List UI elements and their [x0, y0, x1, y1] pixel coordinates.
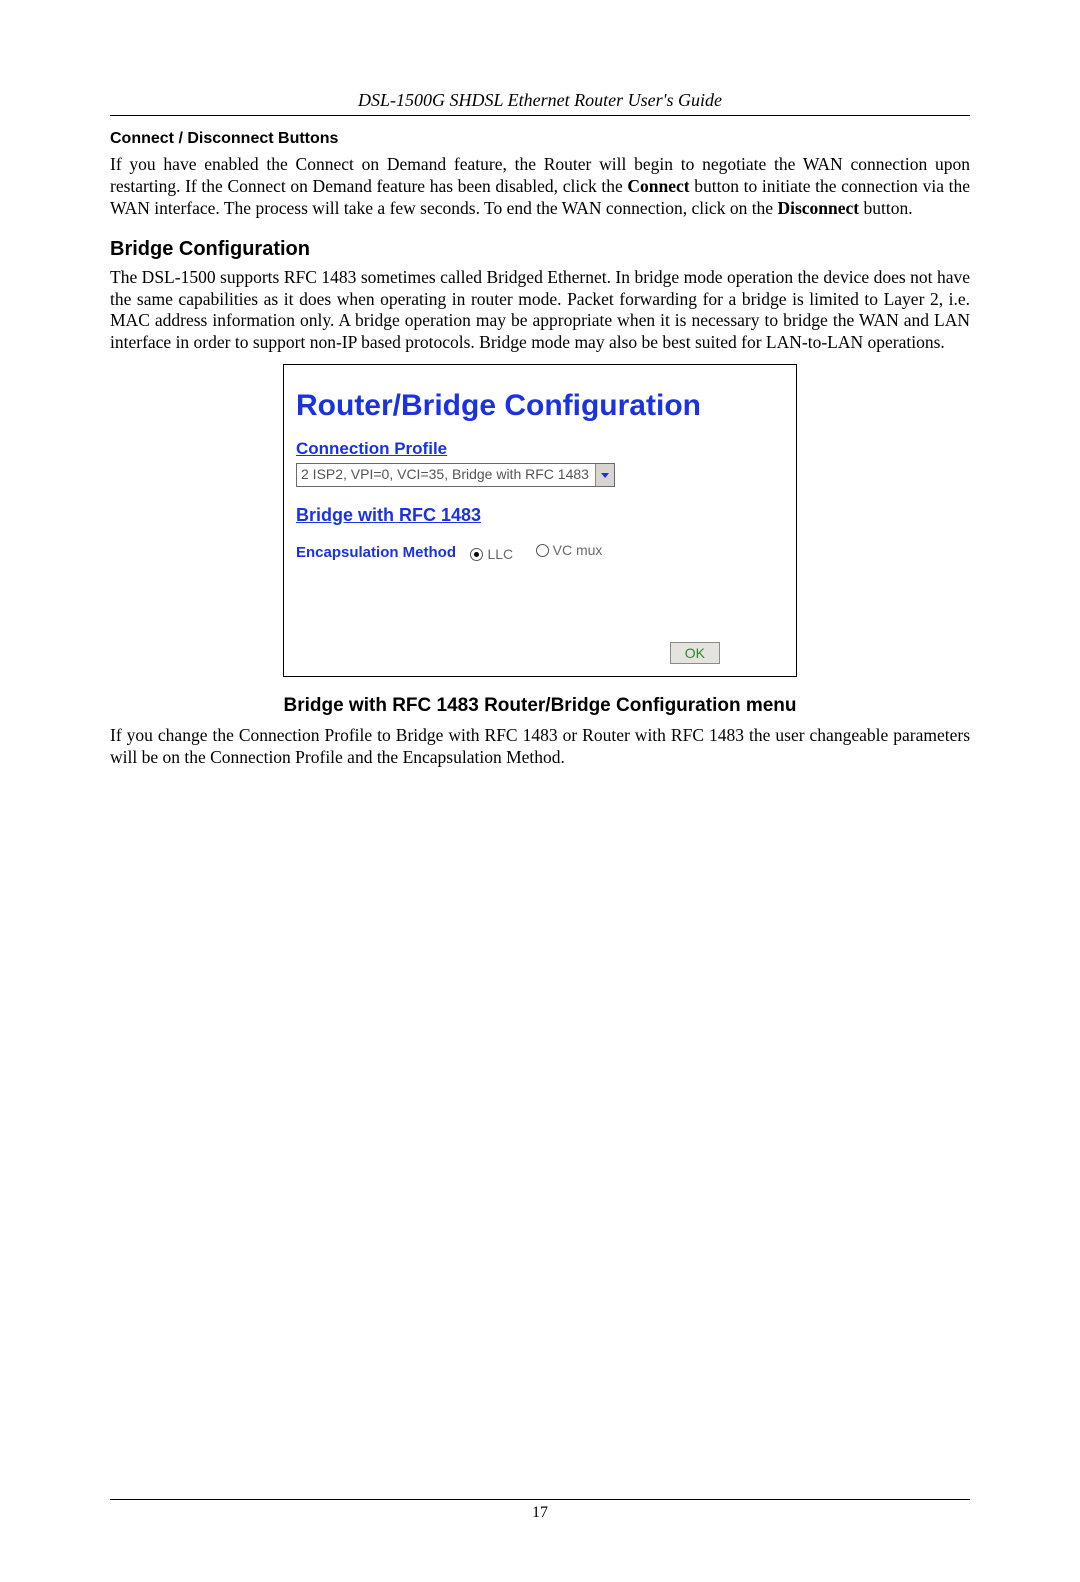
screenshot-title: Router/Bridge Configuration	[296, 389, 790, 423]
heading-connect-disconnect: Connect / Disconnect Buttons	[110, 130, 970, 148]
radio-label: LLC	[487, 546, 513, 562]
disconnect-bold: Disconnect	[777, 198, 859, 218]
connection-profile-dropdown[interactable]: 2 ISP2, VPI=0, VCI=35, Bridge with RFC 1…	[296, 463, 615, 487]
radio-llc[interactable]: LLC	[470, 546, 513, 562]
dropdown-selected-value: 2 ISP2, VPI=0, VCI=35, Bridge with RFC 1…	[297, 464, 595, 486]
chevron-down-icon[interactable]	[595, 464, 614, 486]
encapsulation-method-label: Encapsulation Method	[296, 544, 456, 561]
footer-rule	[110, 1499, 970, 1500]
text-fragment: button.	[859, 198, 912, 218]
page-number: 17	[110, 1504, 970, 1522]
connect-bold: Connect	[627, 176, 689, 196]
para-connect-disconnect: If you have enabled the Connect on Deman…	[110, 154, 970, 220]
radio-icon	[536, 544, 549, 557]
radio-icon	[470, 548, 483, 561]
encapsulation-row: Encapsulation Method LLC VC mux	[296, 542, 790, 562]
para-bridge-config: The DSL-1500 supports RFC 1483 sometimes…	[110, 267, 970, 355]
ok-button[interactable]: OK	[670, 642, 720, 664]
bridge-rfc-1483-label: Bridge with RFC 1483	[296, 505, 790, 526]
radio-label: VC mux	[553, 542, 603, 558]
connection-profile-label: Connection Profile	[296, 439, 790, 459]
para-after-figure: If you change the Connection Profile to …	[110, 725, 970, 769]
figure-caption: Bridge with RFC 1483 Router/Bridge Confi…	[110, 695, 970, 717]
router-bridge-config-screenshot: Router/Bridge Configuration Connection P…	[283, 364, 797, 677]
running-header: DSL-1500G SHDSL Ethernet Router User's G…	[110, 90, 970, 111]
header-rule	[110, 115, 970, 116]
heading-bridge-config: Bridge Configuration	[110, 238, 970, 261]
radio-vc-mux[interactable]: VC mux	[536, 542, 603, 558]
